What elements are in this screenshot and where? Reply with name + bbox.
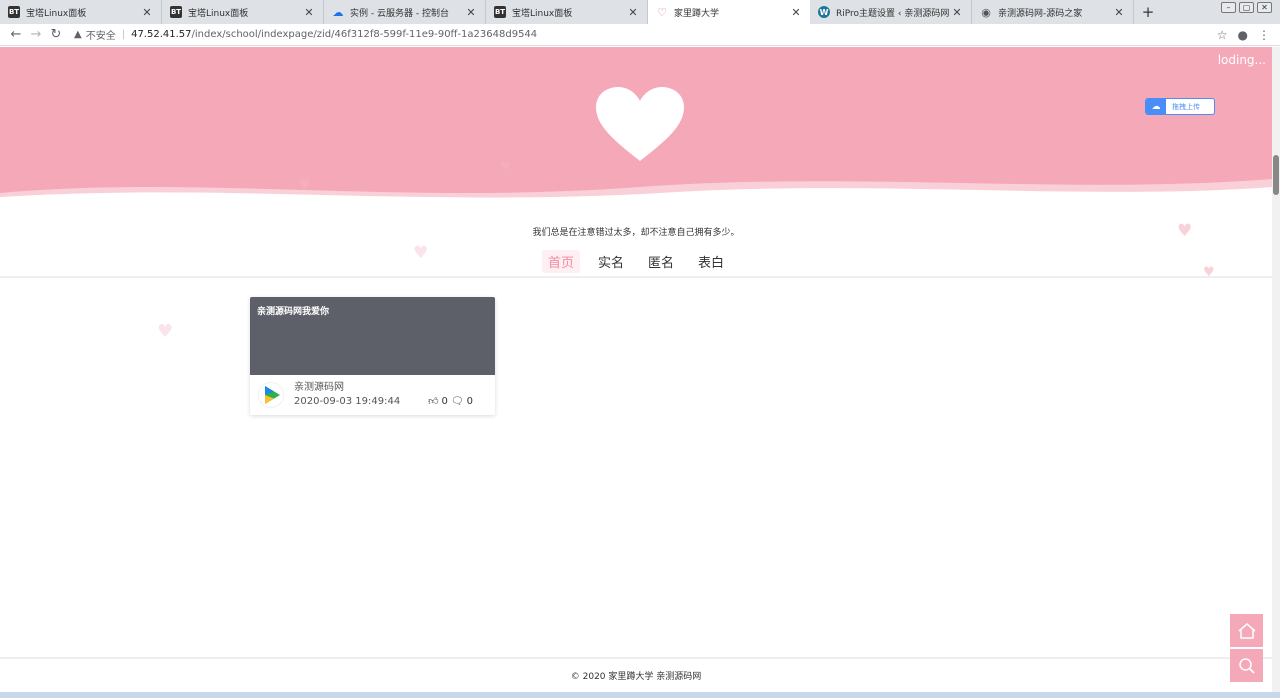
url-path: /index/school/indexpage/zid/46f312f8-599…: [191, 29, 538, 40]
loading-text: loding...: [1217, 53, 1266, 67]
hero-wave: [0, 179, 1272, 207]
tab-close-icon[interactable]: ✕: [951, 6, 963, 19]
card-cover[interactable]: 亲测源码网我爱你: [250, 297, 495, 375]
floating-heart-icon: ♥: [500, 159, 511, 173]
tab-favicon-icon: BT: [170, 6, 182, 18]
card-title: 亲测源码网我爱你: [257, 307, 330, 317]
tab-close-icon[interactable]: ✕: [1113, 6, 1125, 19]
nav-item[interactable]: 首页: [541, 250, 580, 273]
bookmark-star-icon[interactable]: ☆: [1217, 28, 1228, 42]
browser-tab[interactable]: W RiPro主题设置 ‹ 亲测源码网 — W✕: [810, 0, 972, 24]
url-field[interactable]: ▲ 不安全 | 47.52.41.57/index/school/indexpa…: [74, 27, 1217, 42]
card-stats: 👍︎ 0 🗨︎ 0: [428, 395, 473, 408]
nav-item[interactable]: 表白: [692, 250, 730, 273]
url-separator: |: [121, 29, 126, 40]
os-taskbar: [0, 692, 1280, 698]
drag-upload-button[interactable]: ☁ 拖拽上传: [1145, 98, 1215, 115]
tab-close-icon[interactable]: ✕: [627, 6, 639, 19]
tab-title: 亲测源码网-源码之家: [998, 8, 1083, 19]
security-label: 不安全: [85, 31, 116, 42]
url-host: 47.52.41.57: [131, 29, 192, 40]
new-tab-button[interactable]: +: [1134, 0, 1162, 24]
browser-tab[interactable]: BT 宝塔Linux面板 ✕: [0, 0, 162, 24]
tab-close-icon[interactable]: ✕: [141, 6, 153, 19]
minimize-icon[interactable]: –: [1221, 2, 1236, 13]
like-count: 0: [441, 395, 448, 407]
tab-favicon-icon: BT: [494, 6, 506, 18]
warning-icon: ▲: [74, 29, 82, 40]
profile-icon[interactable]: ●: [1238, 28, 1248, 42]
browser-tab[interactable]: ◉ 亲测源码网-源码之家 ✕: [972, 0, 1134, 24]
tab-favicon-icon: ☁: [332, 5, 344, 19]
cloud-upload-icon: ☁: [1146, 99, 1166, 114]
post-card[interactable]: 亲测源码网我爱你 亲测源码网 2020-09-03 19:49:44 👍︎ 0 …: [250, 297, 495, 415]
tab-list: BT 宝塔Linux面板 ✕ BT 宝塔Linux面板 ✕ ☁ 实例 - 云服务器 - 控制台…: [0, 0, 1134, 24]
card-meta: 亲测源码网 2020-09-03 19:49:44 👍︎ 0 🗨︎ 0: [250, 375, 495, 415]
tab-title: RiPro主题设置 ‹ 亲测源码网 — W: [836, 8, 951, 19]
browser-tab-strip: BT 宝塔Linux面板 ✕ BT 宝塔Linux面板 ✕ ☁ 实例 - 云服务器 - 控制台…: [0, 0, 1280, 24]
card-date: 2020-09-03 19:49:44: [294, 396, 401, 407]
window-controls: – ▢ ✕: [1221, 2, 1272, 13]
avatar[interactable]: [258, 382, 284, 408]
card-info: 亲测源码网 2020-09-03 19:49:44: [294, 381, 400, 409]
comment-count: 0: [466, 395, 473, 407]
page-viewport: loding... ☁ 拖拽上传 ♥ ♥ ♥ ♥ ♥ ♥ 我们总是在注意错过太多…: [0, 47, 1272, 698]
menu-dots-icon[interactable]: ⋮: [1258, 28, 1270, 42]
forward-arrow-icon[interactable]: →: [26, 27, 46, 42]
search-icon: [1238, 657, 1255, 674]
floating-heart-icon: ♥: [298, 177, 311, 193]
nav-divider: [0, 276, 1272, 278]
play-logo-icon: [259, 383, 283, 407]
tab-favicon-icon: W: [818, 6, 830, 18]
tab-favicon-icon: ◉: [981, 5, 991, 19]
page-scrollbar[interactable]: [1272, 47, 1280, 698]
scrollbar-thumb[interactable]: [1273, 155, 1279, 195]
tab-favicon-icon: BT: [8, 6, 20, 18]
tab-title: 宝塔Linux面板: [188, 8, 249, 19]
main-nav: 首页 实名 匿名 表白: [0, 250, 1272, 273]
nav-item[interactable]: 匿名: [642, 250, 680, 273]
tab-close-icon[interactable]: ✕: [303, 6, 315, 19]
home-button[interactable]: [1230, 614, 1263, 647]
browser-tab[interactable]: ☁ 实例 - 云服务器 - 控制台 ✕: [324, 0, 486, 24]
home-icon: [1238, 622, 1255, 639]
card-author[interactable]: 亲测源码网: [294, 381, 400, 395]
tab-close-icon[interactable]: ✕: [465, 6, 477, 19]
big-heart-icon: [596, 87, 684, 161]
comment-icon[interactable]: 🗨︎: [451, 396, 464, 407]
tab-title: 实例 - 云服务器 - 控制台: [350, 8, 449, 19]
address-bar: ← → ↻ ▲ 不安全 | 47.52.41.57/index/school/i…: [0, 24, 1280, 46]
close-window-icon[interactable]: ✕: [1257, 2, 1272, 13]
browser-tab[interactable]: ♡ 家里蹲大学 ✕: [648, 0, 810, 24]
footer-divider: [0, 657, 1272, 659]
motto-text: 我们总是在注意错过太多，却不注意自己拥有多少。: [532, 228, 740, 238]
nav-item[interactable]: 实名: [592, 250, 630, 273]
thumbs-up-icon[interactable]: 👍︎: [428, 395, 438, 407]
tab-close-icon[interactable]: ✕: [790, 6, 802, 19]
floating-heart-icon: ♥: [157, 321, 174, 342]
browser-tab[interactable]: BT 宝塔Linux面板 ✕: [486, 0, 648, 24]
maximize-icon[interactable]: ▢: [1239, 2, 1254, 13]
tab-favicon-icon: ♡: [657, 5, 667, 19]
tab-title: 宝塔Linux面板: [26, 8, 87, 19]
tab-title: 家里蹲大学: [674, 8, 720, 19]
address-bar-actions: ☆ ● ⋮: [1217, 28, 1270, 42]
footer-text: © 2020 家里蹲大学 亲测源码网: [570, 672, 702, 682]
tab-title: 宝塔Linux面板: [512, 8, 573, 19]
reload-icon[interactable]: ↻: [46, 27, 66, 42]
browser-tab[interactable]: BT 宝塔Linux面板 ✕: [162, 0, 324, 24]
search-button[interactable]: [1230, 649, 1263, 682]
back-arrow-icon[interactable]: ←: [6, 27, 26, 42]
hero-banner: loding... ☁ 拖拽上传: [0, 47, 1272, 207]
upload-label: 拖拽上传: [1172, 102, 1200, 111]
